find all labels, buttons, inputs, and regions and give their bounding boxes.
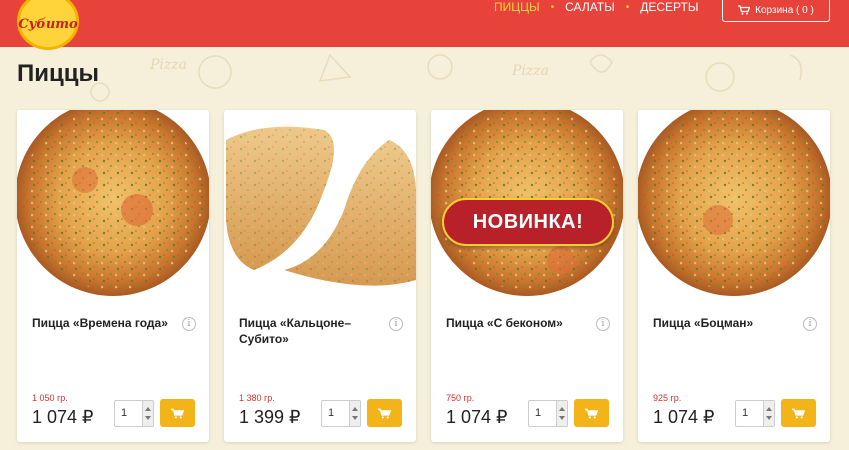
product-title[interactable]: Пицца «С беконом» [446, 315, 591, 331]
cart-icon [792, 408, 805, 418]
quantity-value: 1 [121, 407, 128, 419]
round-pizza-photo[interactable] [638, 110, 830, 302]
info-icon[interactable]: i [389, 317, 403, 331]
calzone-photo[interactable] [224, 110, 416, 302]
chevron-down-icon[interactable] [559, 416, 565, 420]
main-nav: ПИЦЦЫ • САЛАТЫ • ДЕСЕРТЫ [494, 0, 698, 14]
chevron-down-icon[interactable] [352, 416, 358, 420]
product-price: 1 074 ₽ [653, 407, 715, 427]
quantity-value: 1 [535, 407, 542, 419]
info-icon[interactable]: i [182, 317, 196, 331]
cart-icon [585, 408, 598, 418]
quantity-stepper[interactable]: 1 [735, 400, 775, 427]
product-weight: 1 050 гр. [32, 393, 68, 403]
add-to-cart-button[interactable] [781, 399, 816, 427]
product-card: Пицца «Боцман» i 925 гр. 1 074 ₽ 1 [638, 110, 830, 442]
nav-item-salads[interactable]: САЛАТЫ [565, 0, 615, 14]
product-title[interactable]: Пицца «Времена года» [32, 315, 177, 331]
quantity-arrows[interactable] [142, 401, 153, 426]
product-weight: 750 гр. [446, 393, 475, 403]
product-price: 1 074 ₽ [32, 407, 94, 427]
add-to-cart-button[interactable] [574, 399, 609, 427]
svg-text:Pizza: Pizza [149, 57, 187, 73]
nav-separator: • [550, 1, 555, 13]
add-to-cart-button[interactable] [160, 399, 195, 427]
quantity-stepper[interactable]: 1 [321, 400, 361, 427]
product-price: 1 074 ₽ [446, 407, 508, 427]
product-card: Пицца «Времена года» i 1 050 гр. 1 074 ₽… [17, 110, 209, 442]
chevron-up-icon[interactable] [352, 407, 358, 411]
cart-icon [378, 408, 391, 418]
cart-button[interactable]: Корзина ( 0 ) [722, 0, 830, 22]
quantity-arrows[interactable] [556, 401, 567, 426]
chevron-down-icon[interactable] [766, 416, 772, 420]
chevron-up-icon[interactable] [559, 407, 565, 411]
cart-label: Корзина ( 0 ) [755, 4, 814, 16]
product-card: Пицца «Кальцоне–Субито» i 1 380 гр. 1 39… [224, 110, 416, 442]
info-icon[interactable]: i [596, 317, 610, 331]
page-title: Пиццы [17, 60, 100, 87]
chevron-up-icon[interactable] [766, 407, 772, 411]
new-badge: НОВИНКА! [442, 198, 614, 246]
product-title[interactable]: Пицца «Боцман» [653, 315, 798, 331]
quantity-stepper[interactable]: 1 [528, 400, 568, 427]
logo[interactable]: Субито [17, 0, 79, 50]
quantity-arrows[interactable] [763, 401, 774, 426]
logo-text: Субито [18, 16, 78, 32]
product-price: 1 399 ₽ [239, 407, 301, 427]
chevron-down-icon[interactable] [145, 416, 151, 420]
add-to-cart-button[interactable] [367, 399, 402, 427]
quantity-value: 1 [328, 407, 335, 419]
info-icon[interactable]: i [803, 317, 817, 331]
product-card: НОВИНКА! Пицца «С беконом» i 750 гр. 1 0… [431, 110, 623, 442]
cart-icon [738, 5, 751, 15]
product-title[interactable]: Пицца «Кальцоне–Субито» [239, 315, 384, 347]
product-weight: 925 гр. [653, 393, 682, 403]
nav-item-desserts[interactable]: ДЕСЕРТЫ [640, 0, 698, 14]
chevron-up-icon[interactable] [145, 407, 151, 411]
nav-separator: • [625, 1, 630, 13]
quantity-stepper[interactable]: 1 [114, 400, 154, 427]
quantity-arrows[interactable] [349, 401, 360, 426]
quantity-value: 1 [742, 407, 749, 419]
cart-icon [171, 408, 184, 418]
svg-text:Pizza: Pizza [511, 63, 549, 79]
header-bar: Субито ПИЦЦЫ • САЛАТЫ • ДЕСЕРТЫ Корзина … [0, 0, 849, 50]
nav-item-pizza[interactable]: ПИЦЦЫ [494, 0, 540, 14]
product-weight: 1 380 гр. [239, 393, 275, 403]
round-pizza-photo[interactable] [17, 110, 209, 302]
